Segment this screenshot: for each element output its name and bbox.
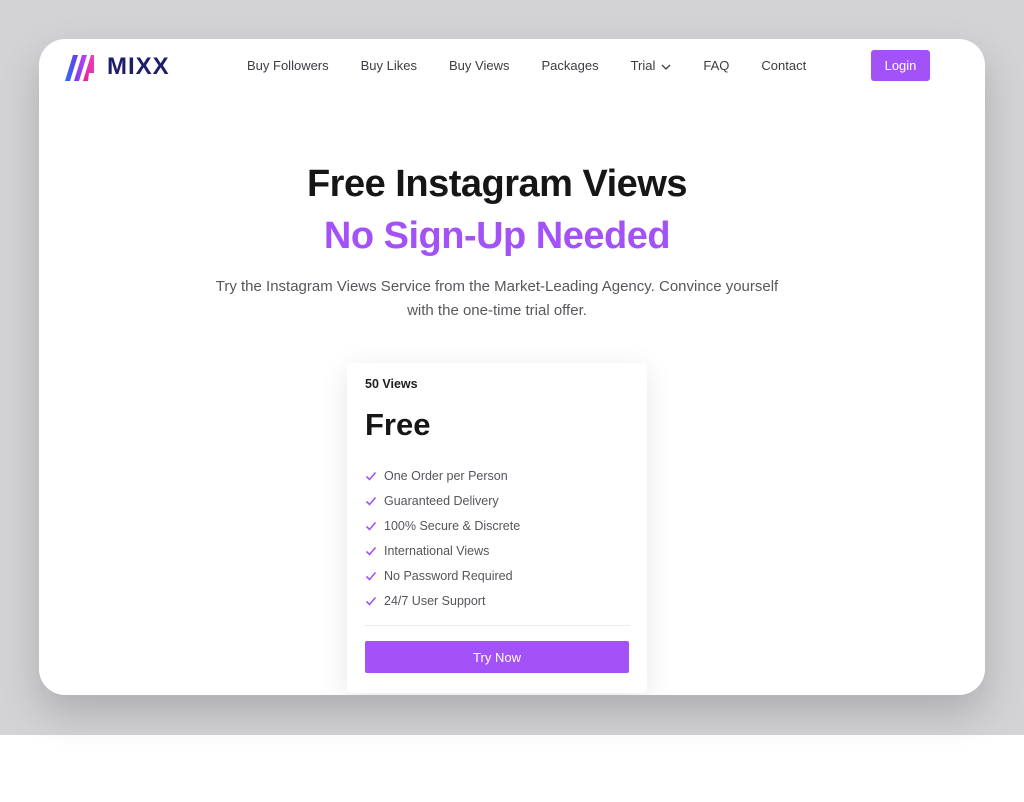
browser-window: MIXX Buy Followers Buy Likes Buy Views P…	[39, 39, 985, 695]
nav-faq[interactable]: FAQ	[703, 58, 729, 73]
nav-buy-followers[interactable]: Buy Followers	[247, 58, 329, 73]
site-header: MIXX Buy Followers Buy Likes Buy Views P…	[39, 39, 985, 93]
check-icon	[365, 496, 377, 506]
feature-item: No Password Required	[365, 563, 520, 588]
feature-label: 24/7 User Support	[384, 593, 486, 608]
check-icon	[365, 571, 377, 581]
feature-label: International Views	[384, 543, 490, 558]
try-now-button[interactable]: Try Now	[365, 641, 629, 673]
check-icon	[365, 546, 377, 556]
feature-label: One Order per Person	[384, 468, 508, 483]
login-button[interactable]: Login	[871, 50, 930, 81]
nav-packages[interactable]: Packages	[541, 58, 598, 73]
check-icon	[365, 596, 377, 606]
hero-title: Free Instagram Views	[306, 163, 688, 205]
hero-subtitle: No Sign-Up Needed	[323, 215, 671, 257]
feature-item: One Order per Person	[365, 463, 520, 488]
feature-label: Guaranteed Delivery	[384, 493, 499, 508]
main-nav: Buy Followers Buy Likes Buy Views Packag…	[247, 58, 838, 73]
nav-trial-label: Trial	[630, 58, 656, 73]
nav-buy-likes[interactable]: Buy Likes	[361, 58, 417, 73]
feature-label: No Password Required	[384, 568, 513, 583]
feature-item: Guaranteed Delivery	[365, 488, 520, 513]
hero-description: Try the Instagram Views Service from the…	[215, 278, 779, 319]
chevron-down-icon	[661, 58, 671, 73]
mixx-logo-icon	[63, 51, 101, 83]
check-icon	[365, 521, 377, 531]
brand-logo[interactable]: MIXX	[63, 51, 170, 83]
package-quantity: 50 Views	[365, 377, 418, 391]
feature-item: International Views	[365, 538, 520, 563]
card-divider	[364, 625, 630, 626]
check-icon	[365, 471, 377, 481]
feature-item: 24/7 User Support	[365, 588, 520, 613]
package-price: Free	[365, 407, 431, 442]
nav-trial[interactable]: Trial	[631, 58, 672, 73]
nav-contact[interactable]: Contact	[761, 58, 806, 73]
feature-list: One Order per Person Guaranteed Delivery…	[365, 463, 520, 613]
nav-buy-views[interactable]: Buy Views	[449, 58, 509, 73]
feature-item: 100% Secure & Discrete	[365, 513, 520, 538]
feature-label: 100% Secure & Discrete	[384, 518, 521, 533]
trial-package-card: 50 Views Free One Order per Person Guara…	[347, 363, 647, 693]
brand-name: MIXX	[107, 53, 170, 80]
